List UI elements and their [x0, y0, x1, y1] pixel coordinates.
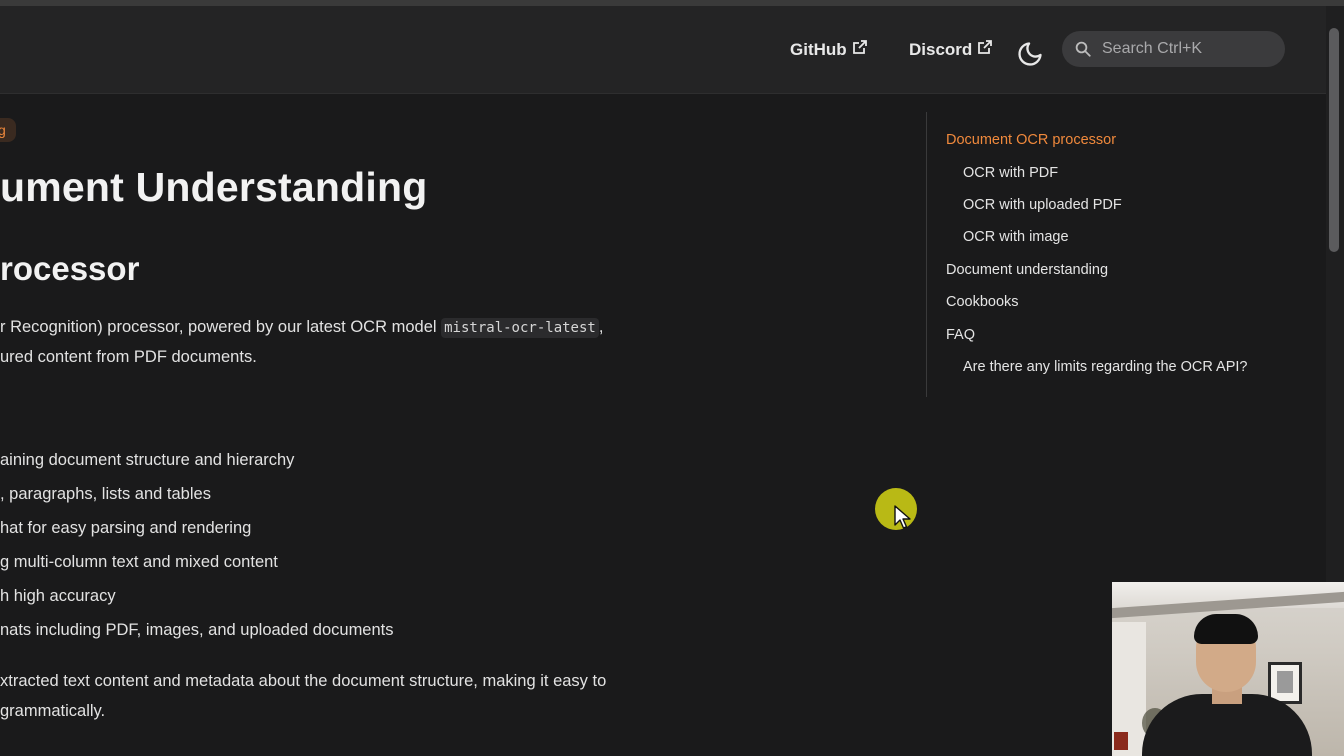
intro-paragraph-line1: r Recognition) processor, powered by our…: [0, 312, 603, 343]
feature-list: aining document structure and hierarchy …: [0, 446, 394, 650]
toc-item-document-ocr-processor[interactable]: Document OCR processor: [946, 132, 1116, 148]
webcam-overlay: [1112, 582, 1344, 756]
webcam-person-hair: [1194, 614, 1258, 644]
pointer-cursor-icon: [894, 505, 911, 529]
external-link-icon: [978, 40, 993, 54]
moon-icon: [1018, 42, 1042, 66]
section-heading: rocessor: [0, 250, 140, 287]
list-item: hat for easy parsing and rendering: [0, 519, 252, 537]
github-link-label: GitHub: [790, 40, 847, 59]
theme-toggle-button[interactable]: [1016, 40, 1044, 68]
search-icon: [1075, 41, 1091, 57]
table-of-contents: Document OCR processor OCR with PDF OCR …: [926, 112, 1256, 397]
page-title: ument Understanding: [0, 164, 428, 210]
intro-paragraph-line2: ured content from PDF documents.: [0, 348, 257, 366]
toc-item-ocr-with-uploaded-pdf[interactable]: OCR with uploaded PDF: [963, 197, 1122, 213]
external-link-icon: [852, 40, 867, 54]
intro-text-end: ,: [598, 318, 604, 336]
outro-paragraph-line2: grammatically.: [0, 702, 106, 720]
list-item: aining document structure and hierarchy: [0, 451, 295, 469]
list-item: h high accuracy: [0, 587, 116, 605]
github-link[interactable]: GitHub: [790, 40, 868, 60]
list-item: nats including PDF, images, and uploaded…: [0, 621, 394, 639]
search-box[interactable]: [1062, 31, 1285, 67]
model-name-code: mistral-ocr-latest: [441, 318, 599, 338]
discord-link[interactable]: Discord: [909, 40, 993, 60]
intro-text: r Recognition) processor, powered by our…: [0, 318, 442, 336]
discord-link-label: Discord: [909, 40, 973, 59]
category-badge: g: [0, 118, 16, 142]
toc-item-ocr-with-image[interactable]: OCR with image: [963, 229, 1069, 245]
toc-item-ocr-with-pdf[interactable]: OCR with PDF: [963, 165, 1058, 181]
scrollbar-thumb[interactable]: [1329, 28, 1339, 252]
toc-item-faq[interactable]: FAQ: [946, 327, 975, 343]
toc-item-ocr-api-limits[interactable]: Are there any limits regarding the OCR A…: [963, 359, 1248, 375]
outro-paragraph-line1: xtracted text content and metadata about…: [0, 672, 607, 690]
list-item: g multi-column text and mixed content: [0, 553, 278, 571]
toc-item-document-understanding[interactable]: Document understanding: [946, 262, 1108, 278]
list-item: , paragraphs, lists and tables: [0, 485, 211, 503]
search-input[interactable]: [1102, 40, 1272, 58]
top-navbar: GitHub Discord: [0, 6, 1326, 94]
toc-item-cookbooks[interactable]: Cookbooks: [946, 294, 1019, 310]
webcam-red-object: [1114, 732, 1128, 750]
